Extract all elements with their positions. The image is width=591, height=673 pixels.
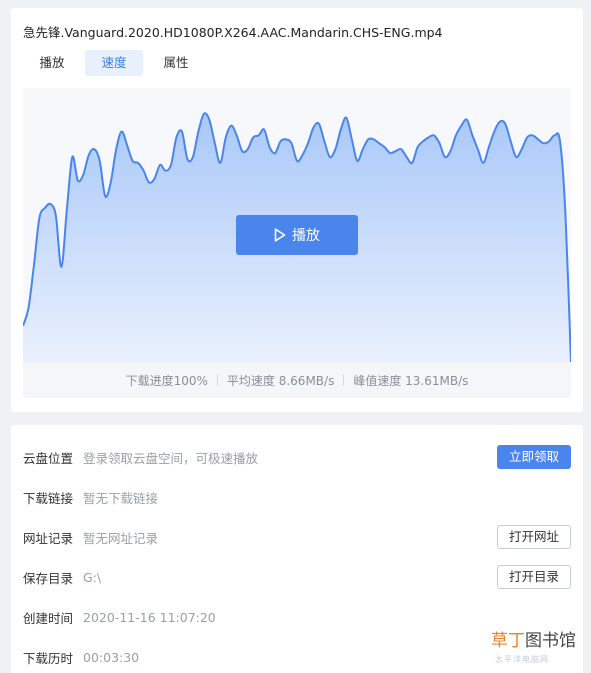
created-time-value: 2020-11-16 11:07:20 bbox=[83, 609, 216, 625]
peak-speed: 峰值速度 13.61MB/s bbox=[353, 373, 469, 388]
speed-chart: 播放 下载进度100% 平均速度 8.66MB/s 峰值速度 13.61MB/s bbox=[23, 88, 571, 398]
speed-stats: 下载进度100% 平均速度 8.66MB/s 峰值速度 13.61MB/s bbox=[23, 362, 571, 398]
file-title: 急先锋.Vanguard.2020.HD1080P.X264.AAC.Manda… bbox=[23, 25, 443, 40]
cloud-location-value: 登录领取云盘空间，可极速播放 bbox=[83, 450, 259, 466]
download-progress: 下载进度100% bbox=[125, 373, 208, 388]
tab-play[interactable]: 播放 bbox=[23, 50, 81, 76]
save-directory-value: G:\ bbox=[83, 569, 102, 585]
tab-properties[interactable]: 属性 bbox=[147, 50, 205, 76]
play-triangle-icon bbox=[274, 228, 286, 242]
url-record-row: 网址记录 暂无网址记录 打开网址 bbox=[23, 525, 571, 549]
download-duration-label: 下载历时 bbox=[23, 650, 74, 666]
details-panel: 云盘位置 登录领取云盘空间，可极速播放 立即领取 下载链接 暂无下载链接 网址记… bbox=[11, 425, 583, 673]
save-directory-row: 保存目录 G:\ 打开目录 bbox=[23, 565, 571, 589]
play-button-label: 播放 bbox=[292, 228, 320, 244]
play-button[interactable]: 播放 bbox=[236, 215, 358, 255]
save-directory-label: 保存目录 bbox=[23, 570, 74, 586]
stats-divider bbox=[343, 374, 345, 386]
open-url-button[interactable]: 打开网址 bbox=[496, 525, 571, 549]
tab-bar: 播放 速度 属性 bbox=[23, 50, 209, 76]
download-link-row: 下载链接 暂无下载链接 bbox=[23, 485, 571, 509]
download-duration-row: 下载历时 00:03:30 bbox=[23, 645, 571, 669]
tab-speed[interactable]: 速度 bbox=[85, 50, 143, 76]
cloud-location-row: 云盘位置 登录领取云盘空间，可极速播放 立即领取 bbox=[23, 445, 571, 469]
download-link-label: 下载链接 bbox=[23, 490, 74, 506]
download-duration-value: 00:03:30 bbox=[83, 649, 140, 665]
claim-now-button[interactable]: 立即领取 bbox=[496, 445, 571, 469]
created-time-label: 创建时间 bbox=[23, 610, 74, 626]
cloud-location-label: 云盘位置 bbox=[23, 450, 74, 466]
url-record-value: 暂无网址记录 bbox=[83, 530, 159, 546]
stats-divider bbox=[216, 374, 218, 386]
created-time-row: 创建时间 2020-11-16 11:07:20 bbox=[23, 605, 571, 629]
average-speed: 平均速度 8.66MB/s bbox=[226, 373, 335, 388]
url-record-label: 网址记录 bbox=[23, 530, 74, 546]
open-directory-button[interactable]: 打开目录 bbox=[496, 565, 571, 589]
download-info-panel: 急先锋.Vanguard.2020.HD1080P.X264.AAC.Manda… bbox=[11, 8, 583, 412]
download-link-value: 暂无下载链接 bbox=[83, 490, 159, 506]
